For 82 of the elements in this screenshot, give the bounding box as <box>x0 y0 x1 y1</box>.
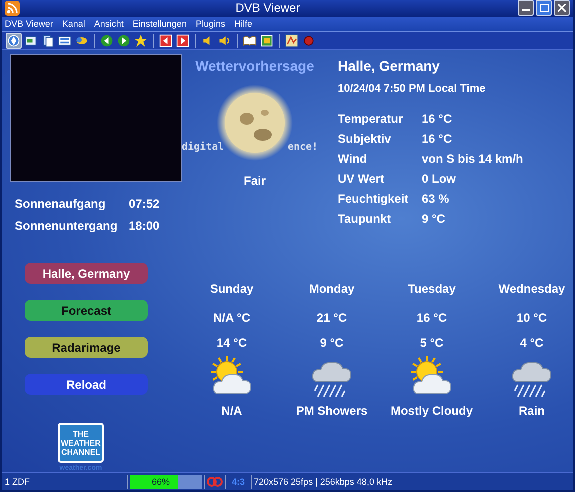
detail-value: von S bis 14 km/h <box>422 152 524 166</box>
screen-icon <box>24 34 38 48</box>
section-heading: Wettervorhersage <box>196 58 314 74</box>
detail-label: Wind <box>338 152 368 166</box>
volume-up-icon <box>218 34 232 48</box>
menu-item[interactable]: Hilfe <box>234 19 252 30</box>
sun-time: 18:00 <box>129 219 160 234</box>
star-button[interactable] <box>133 32 149 49</box>
sun-label: Sonnenuntergang <box>15 219 119 234</box>
nav-button[interactable]: Forecast <box>25 300 148 322</box>
detail-label: Feuchtigkeit <box>338 192 410 206</box>
nav-button[interactable]: Reload <box>25 374 148 396</box>
maximize-icon <box>540 4 548 12</box>
pages-icon <box>41 34 55 48</box>
forecast-day: Monday <box>309 282 355 302</box>
sun-label: Sonnenaufgang <box>15 197 107 212</box>
forecast-text: Mostly Cloudy <box>390 404 474 418</box>
forecast-text: N/A <box>220 404 244 418</box>
forward-icon <box>117 34 131 48</box>
nav-button[interactable]: Halle, Germany <box>25 263 148 284</box>
star-icon <box>134 34 148 48</box>
close-icon <box>558 4 566 12</box>
detail-value: 9 °C <box>422 212 446 226</box>
channel-text: 1 ZDF <box>4 476 32 487</box>
close-button[interactable] <box>554 0 570 16</box>
forecast-text: Rain <box>518 404 546 418</box>
aspect-text: 4:3 <box>232 476 246 487</box>
high-temperature: 21 °C <box>316 311 348 326</box>
back-icon <box>100 34 114 48</box>
window-title: DVB Viewer <box>234 1 302 16</box>
signal-reading: 66% <box>150 476 171 487</box>
menu-item[interactable]: DVB Viewer <box>5 19 54 30</box>
logo: THE WEATHER CHANNEL <box>58 423 104 464</box>
info-button[interactable] <box>6 32 22 49</box>
low-temperature: 5 °C <box>420 336 444 350</box>
detail-value: 16 °C <box>422 112 454 126</box>
forecast-day: Tuesday <box>408 282 456 302</box>
picture-button[interactable] <box>259 32 275 49</box>
previous-icon <box>159 34 173 48</box>
detail-label: UV Wert <box>338 172 386 186</box>
high-temperature: N/A °C <box>213 311 251 326</box>
forecast-day: Sunday <box>210 282 254 302</box>
stream-info: 720x576 25fps | 256kbps 48,0 kHz <box>254 476 392 487</box>
detail-value: 63 % <box>422 192 450 206</box>
watermark-text: digital <box>182 142 224 154</box>
record-icon <box>302 34 316 48</box>
location-text: Halle, Germany <box>338 58 441 74</box>
list-icon <box>58 34 72 48</box>
detail-label: Taupunkt <box>338 212 392 226</box>
high-temperature: 16 °C <box>416 311 448 326</box>
pages-button[interactable] <box>40 32 56 49</box>
menu-item[interactable]: Kanal <box>62 19 86 30</box>
forecast-text: PM Showers <box>295 404 369 418</box>
menu-item[interactable]: Ansicht <box>94 19 124 30</box>
info-icon <box>7 34 21 48</box>
time-text: 10/24/04 7:50 PM Local Time <box>338 83 487 96</box>
picture-icon <box>260 34 274 48</box>
maximize-button[interactable] <box>536 0 552 16</box>
menu-item[interactable]: Plugins <box>196 19 226 30</box>
previous-button[interactable] <box>158 32 174 49</box>
sun-time: 07:52 <box>129 197 160 212</box>
minimize-button[interactable] <box>518 0 534 16</box>
detail-label: Subjektiv <box>338 132 392 146</box>
back-button[interactable] <box>99 32 115 49</box>
link-icon <box>207 476 223 487</box>
next-icon <box>176 34 190 48</box>
low-temperature: 4 °C <box>520 336 544 350</box>
detail-label: Temperatur <box>338 112 404 126</box>
low-temperature: 14 °C <box>216 336 248 350</box>
menu-item[interactable]: Einstellungen <box>132 19 187 30</box>
next-button[interactable] <box>175 32 191 49</box>
detail-value: 16 °C <box>422 132 454 146</box>
nav-button[interactable]: Radarimage <box>25 337 148 358</box>
detail-value: 0 Low <box>422 172 458 186</box>
high-temperature: 10 °C <box>516 311 548 326</box>
forecast-day: Wednesday <box>498 282 566 302</box>
rss-app-icon <box>5 0 20 16</box>
condition-text: Fair <box>244 174 266 188</box>
low-temperature: 9 °C <box>320 336 344 350</box>
watermark-text: ence! <box>288 142 318 154</box>
forward-button[interactable] <box>116 32 132 49</box>
book-icon <box>243 34 257 48</box>
